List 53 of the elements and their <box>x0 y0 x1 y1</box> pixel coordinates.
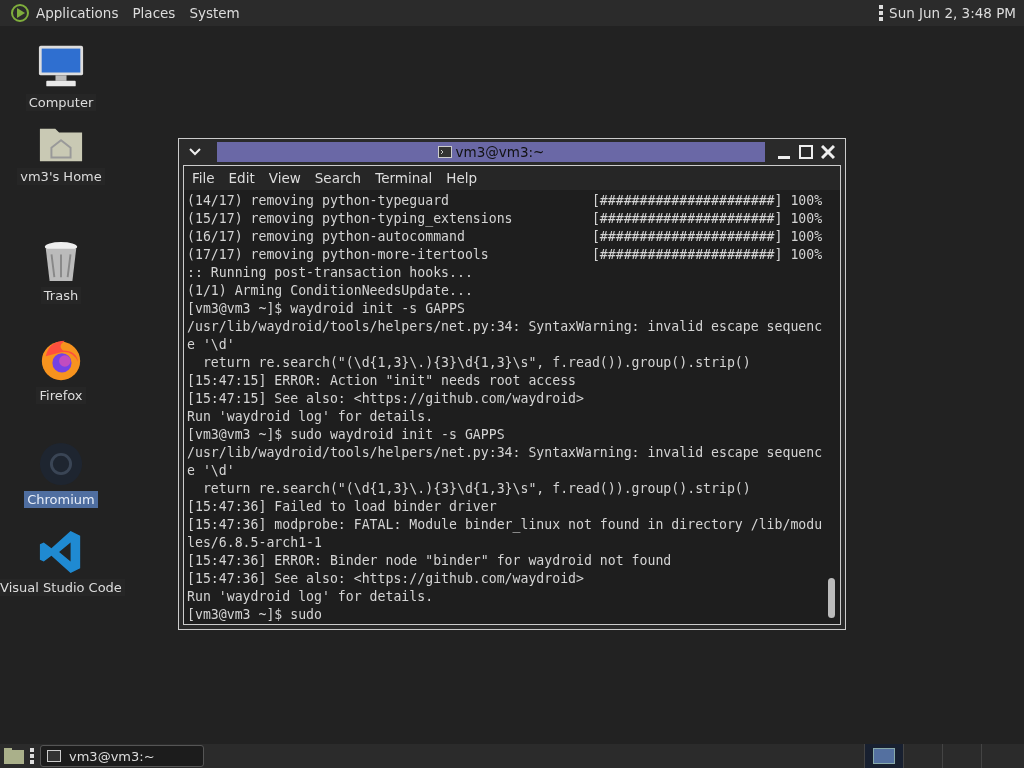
terminal-line: e '\d' <box>187 462 236 480</box>
icon-label[interactable]: Trash <box>40 287 82 304</box>
terminal-line: :: Running post-transaction hooks... <box>187 264 474 282</box>
terminal-line: [15:47:36] See also: <https://github.com/waydroid> <box>187 570 585 588</box>
maximize-icon[interactable] <box>799 145 813 159</box>
menu-item[interactable]: Search <box>314 170 362 186</box>
clock[interactable]: Sun Jun 2, 3:48 PM <box>889 5 1016 21</box>
terminal-line: [vm3@vm3 ~]$ waydroid init -s GAPPS <box>187 300 466 318</box>
menu-item[interactable]: Help <box>446 170 478 186</box>
terminal-line: (16/17) removing python-autocommand [######################] 100% <box>187 228 824 246</box>
terminal-line: /usr/lib/waydroid/tools/helpers/net.py:34: SyntaxWarning: invalid escape sequenc <box>187 444 824 462</box>
terminal-line: (17/17) removing python-more-itertools [######################] 100% <box>187 246 824 264</box>
terminal-line: (15/17) removing python-typing_extensions [######################] 100% <box>187 210 824 228</box>
panel-menu[interactable]: Places <box>132 5 176 21</box>
terminal-line: Run 'waydroid log' for details. <box>187 408 435 426</box>
menu-item[interactable]: Edit <box>228 170 255 186</box>
terminal-line: [15:47:36] Failed to load binder driver <box>187 498 498 516</box>
terminal-line: les/6.8.5-arch1-1 <box>187 534 323 552</box>
terminal-line: [15:47:36] ERROR: Binder node "binder" for waydroid not found <box>187 552 673 570</box>
menu-item[interactable]: File <box>192 170 215 186</box>
icon-label[interactable]: Computer <box>25 94 97 111</box>
terminal-line: [15:47:15] ERROR: Action "init" needs root access <box>187 372 578 390</box>
icon-label[interactable]: vm3's Home <box>17 168 105 185</box>
terminal-line: [vm3@vm3 ~]$ sudo waydroid init -s GAPPS <box>187 426 506 444</box>
trash-icon[interactable] <box>42 241 80 283</box>
icon-label[interactable]: Firefox <box>36 387 86 404</box>
menu-item[interactable]: View <box>268 170 301 186</box>
terminal-line: e '\d' <box>187 336 236 354</box>
play-logo-icon[interactable] <box>10 3 30 23</box>
terminal-icon <box>437 146 452 158</box>
terminal-line: /usr/lib/waydroid/tools/helpers/net.py:34: SyntaxWarning: invalid escape sequenc <box>187 318 824 336</box>
terminal-line: [vm3@vm3 ~]$ sudo <box>187 606 323 624</box>
close-icon[interactable] <box>821 145 835 159</box>
handle-icon[interactable] <box>879 5 884 21</box>
terminal-line: [15:47:15] See also: <https://github.com/waydroid> <box>187 390 585 408</box>
terminal-line: Run 'waydroid log' for details. <box>187 588 435 606</box>
terminal-line: return re.search("(\d{1,3}\.){3}\d{1,3}\s", f.read()).group().strip() <box>201 354 752 372</box>
menu-item[interactable]: Terminal <box>375 170 433 186</box>
workspace[interactable] <box>864 744 903 768</box>
terminal-line: [15:47:36] modprobe: FATAL: Module binder_linux not found in directory /lib/modu <box>187 516 824 534</box>
terminal-line: (14/17) removing python-typeguard [######################] 100% <box>187 192 824 210</box>
panel-menu[interactable]: System <box>189 5 240 21</box>
handle-icon[interactable] <box>30 748 34 764</box>
terminal-line: return re.search("(\d{1,3}\.){3}\d{1,3}\s", f.read()).group().strip() <box>201 480 752 498</box>
desktop-icon[interactable] <box>4 748 24 764</box>
window-title: vm3@vm3:~ <box>455 144 545 160</box>
terminal-icon <box>47 750 61 762</box>
icon-label[interactable]: Visual Studio Code <box>0 579 125 596</box>
icon-label[interactable]: Chromium <box>24 491 98 508</box>
chevron-down-icon[interactable] <box>189 148 201 156</box>
panel-menu[interactable]: Applications <box>36 5 119 21</box>
terminal-line: (1/1) Arming ConditionNeedsUpdate... <box>187 282 474 300</box>
taskbar-button[interactable]: vm3@vm3:~ <box>40 745 204 767</box>
